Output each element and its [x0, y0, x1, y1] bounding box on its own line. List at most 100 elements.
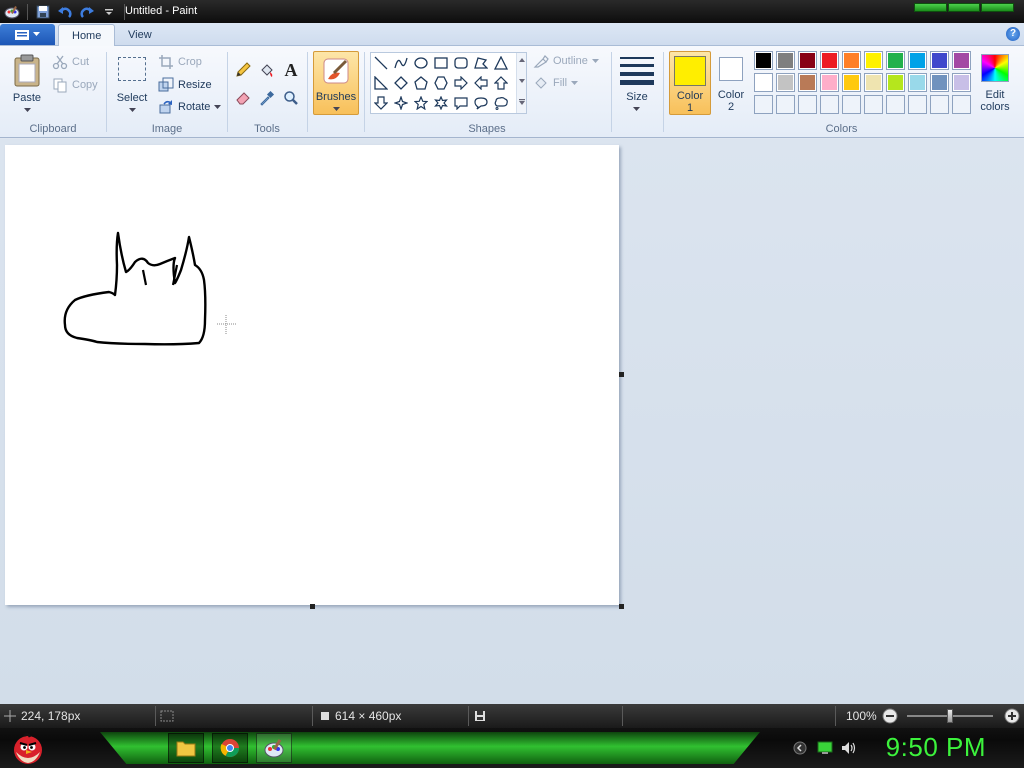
resize-handle-right[interactable]	[619, 372, 624, 377]
close-button[interactable]	[981, 3, 1015, 12]
copy-button[interactable]: Copy	[52, 75, 98, 95]
fill-tool[interactable]	[257, 60, 277, 80]
text-tool[interactable]: A	[281, 60, 301, 80]
line-shape[interactable]	[372, 54, 390, 72]
customize-qat-icon[interactable]	[99, 2, 119, 22]
zoom-out-button[interactable]	[882, 704, 898, 728]
right-arrow-shape[interactable]	[452, 74, 470, 92]
palette-swatch[interactable]	[886, 51, 905, 70]
four-point-star-shape[interactable]	[392, 94, 410, 112]
palette-swatch[interactable]	[908, 51, 927, 70]
palette-swatch[interactable]	[820, 51, 839, 70]
tab-view[interactable]: View	[115, 24, 165, 46]
pentagon-shape[interactable]	[412, 74, 430, 92]
color1-button[interactable]: Color 1	[669, 51, 711, 115]
palette-swatch[interactable]	[776, 73, 795, 92]
help-icon[interactable]: ?	[1006, 27, 1020, 41]
select-button[interactable]: Select	[112, 52, 152, 116]
volume-tray[interactable]	[841, 740, 857, 756]
palette-swatch[interactable]	[952, 73, 971, 92]
palette-swatch[interactable]	[798, 73, 817, 92]
up-arrow-shape[interactable]	[492, 74, 510, 92]
palette-swatch[interactable]	[886, 73, 905, 92]
palette-swatch[interactable]	[864, 95, 883, 114]
undo-icon[interactable]	[55, 2, 75, 22]
paste-button[interactable]: Paste	[6, 52, 48, 116]
palette-swatch[interactable]	[754, 73, 773, 92]
palette-swatch[interactable]	[930, 73, 949, 92]
oval-shape[interactable]	[412, 54, 430, 72]
minimize-button[interactable]	[914, 3, 947, 12]
left-arrow-shape[interactable]	[472, 74, 490, 92]
outline-button[interactable]: Outline	[533, 51, 599, 71]
palette-swatch[interactable]	[886, 95, 905, 114]
triangle-shape[interactable]	[492, 54, 510, 72]
palette-swatch[interactable]	[820, 73, 839, 92]
palette-swatch[interactable]	[930, 51, 949, 70]
rectangle-shape[interactable]	[432, 54, 450, 72]
resize-handle-bottom[interactable]	[310, 604, 315, 609]
taskbar-paint[interactable]	[256, 733, 292, 763]
taskbar-chrome[interactable]	[212, 733, 248, 763]
palette-swatch[interactable]	[864, 73, 883, 92]
drawing-canvas[interactable]	[5, 145, 619, 605]
edit-colors-button[interactable]: Edit colors	[976, 51, 1014, 115]
app-menu-button[interactable]	[0, 24, 55, 45]
eraser-tool[interactable]	[233, 88, 253, 108]
color2-button[interactable]: Color 2	[713, 51, 749, 115]
resize-button[interactable]: Resize	[158, 75, 212, 95]
tab-home[interactable]: Home	[58, 24, 116, 46]
start-button[interactable]	[8, 730, 48, 766]
taskbar-explorer[interactable]	[168, 733, 204, 763]
palette-swatch[interactable]	[754, 95, 773, 114]
zoom-in-button[interactable]	[1004, 704, 1020, 728]
diamond-shape[interactable]	[392, 74, 410, 92]
palette-swatch[interactable]	[798, 51, 817, 70]
resize-handle-corner[interactable]	[619, 604, 624, 609]
color-picker-tool[interactable]	[257, 88, 277, 108]
palette-swatch[interactable]	[952, 95, 971, 114]
save-icon[interactable]	[33, 2, 53, 22]
show-hidden-icons[interactable]	[792, 740, 808, 756]
right-triangle-shape[interactable]	[372, 74, 390, 92]
cloud-callout-shape[interactable]	[492, 94, 510, 112]
size-button[interactable]: Size	[617, 51, 657, 115]
rect-callout-shape[interactable]	[452, 94, 470, 112]
network-tray[interactable]	[817, 740, 833, 756]
maximize-button[interactable]	[947, 3, 981, 12]
palette-swatch[interactable]	[776, 95, 795, 114]
brushes-button[interactable]: Brushes	[313, 51, 359, 115]
rounded-rectangle-shape[interactable]	[452, 54, 470, 72]
zoom-slider[interactable]	[905, 704, 995, 728]
taskbar-clock[interactable]: 9:50 PM	[886, 732, 986, 763]
down-arrow-shape[interactable]	[372, 94, 390, 112]
palette-swatch[interactable]	[842, 95, 861, 114]
palette-swatch[interactable]	[820, 95, 839, 114]
palette-swatch[interactable]	[930, 95, 949, 114]
redo-icon[interactable]	[77, 2, 97, 22]
paint-app-icon[interactable]	[2, 2, 22, 22]
crop-button[interactable]: Crop	[158, 52, 202, 72]
palette-swatch[interactable]	[842, 73, 861, 92]
six-point-star-shape[interactable]	[432, 94, 450, 112]
polygon-shape[interactable]	[472, 54, 490, 72]
fill-button[interactable]: Fill	[533, 73, 579, 93]
rotate-button[interactable]: Rotate	[158, 97, 222, 117]
palette-swatch[interactable]	[754, 51, 773, 70]
shapes-scrollbar[interactable]	[516, 53, 526, 113]
palette-swatch[interactable]	[908, 95, 927, 114]
magnifier-tool[interactable]	[281, 88, 301, 108]
hexagon-shape[interactable]	[432, 74, 450, 92]
palette-swatch[interactable]	[842, 51, 861, 70]
palette-swatch[interactable]	[864, 51, 883, 70]
oval-callout-shape[interactable]	[472, 94, 490, 112]
five-point-star-shape[interactable]	[412, 94, 430, 112]
palette-swatch[interactable]	[908, 73, 927, 92]
palette-swatch[interactable]	[952, 51, 971, 70]
cut-button[interactable]: Cut	[52, 52, 89, 72]
zoom-slider-thumb[interactable]	[947, 709, 953, 723]
curve-shape[interactable]	[392, 54, 410, 72]
palette-swatch[interactable]	[776, 51, 795, 70]
palette-swatch[interactable]	[798, 95, 817, 114]
pencil-tool[interactable]	[233, 60, 253, 80]
